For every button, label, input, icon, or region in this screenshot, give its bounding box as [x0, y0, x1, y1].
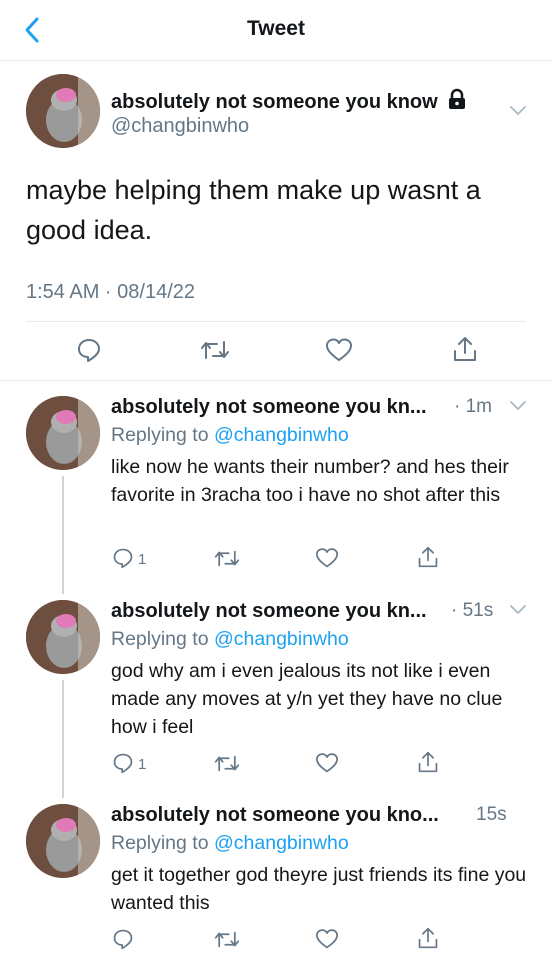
reply-author-name[interactable]: absolutely not someone you kn... — [111, 396, 427, 419]
reply-text: like now he wants their number? and hes … — [111, 456, 509, 506]
thread-line — [62, 476, 64, 594]
replying-to: Replying to @changbinwho — [111, 628, 349, 650]
reply-time: 15s — [476, 804, 507, 825]
replying-handle-link[interactable]: @changbinwho — [214, 832, 349, 854]
reply-icon[interactable] — [112, 547, 134, 569]
like-heart-icon[interactable] — [315, 547, 339, 569]
share-icon[interactable] — [417, 926, 439, 950]
reply-count: 1 — [138, 551, 147, 568]
tweet-timestamp: 1:54 AM · 08/14/22 — [26, 281, 196, 303]
divider — [26, 321, 526, 322]
retweet-icon[interactable] — [200, 338, 230, 362]
author-name[interactable]: absolutely not someone you know — [111, 88, 467, 116]
author-handle[interactable]: @changbinwho — [111, 115, 249, 138]
retweet-icon[interactable] — [214, 929, 240, 950]
reply-time: · 1m — [454, 396, 492, 417]
replying-to: Replying to @changbinwho — [111, 832, 349, 854]
tweet-text: maybe helping them make up wasnt a good … — [26, 175, 481, 245]
avatar[interactable] — [26, 74, 100, 148]
reply-time: · 51s — [451, 600, 494, 621]
like-heart-icon[interactable] — [315, 752, 339, 774]
replying-to: Replying to @changbinwho — [111, 424, 349, 446]
chevron-down-icon[interactable] — [508, 103, 528, 122]
retweet-icon[interactable] — [214, 753, 240, 774]
reply-icon[interactable] — [112, 752, 134, 774]
avatar[interactable] — [26, 600, 100, 674]
chevron-down-icon[interactable] — [508, 398, 528, 417]
reply-icon[interactable] — [76, 337, 102, 363]
page-title: Tweet — [247, 17, 305, 40]
avatar[interactable] — [26, 396, 100, 470]
divider — [0, 380, 552, 381]
reply-author-name[interactable]: absolutely not someone you kno... — [111, 804, 439, 827]
reply-author-name[interactable]: absolutely not someone you kn... — [111, 600, 427, 623]
like-heart-icon[interactable] — [315, 928, 339, 950]
reply-text: god why am i even jealous its not like i… — [111, 660, 503, 738]
chevron-down-icon[interactable] — [508, 602, 528, 621]
share-icon[interactable] — [417, 545, 439, 569]
replying-handle-link[interactable]: @changbinwho — [214, 424, 349, 446]
reply-icon[interactable] — [112, 928, 134, 950]
share-icon[interactable] — [452, 335, 478, 363]
avatar[interactable] — [26, 804, 100, 878]
top-bar: Tweet — [0, 0, 552, 61]
lock-icon — [447, 88, 467, 116]
like-heart-icon[interactable] — [325, 337, 353, 363]
replying-handle-link[interactable]: @changbinwho — [214, 628, 349, 650]
share-icon[interactable] — [417, 750, 439, 774]
retweet-icon[interactable] — [214, 548, 240, 569]
reply-text: get it together god theyre just friends … — [111, 864, 527, 914]
reply-count: 1 — [138, 756, 147, 773]
thread-line — [62, 680, 64, 798]
